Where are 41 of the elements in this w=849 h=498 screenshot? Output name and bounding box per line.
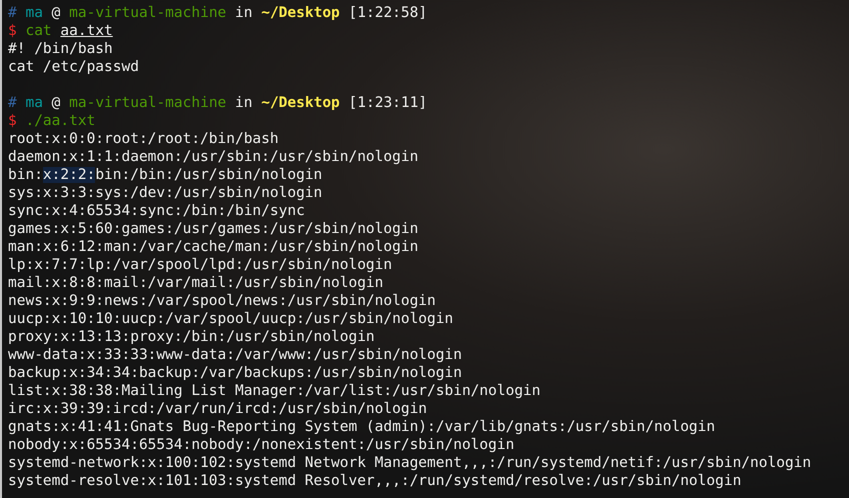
prompt-host: ma-virtual-machine [69, 5, 226, 21]
output-line: systemd-network:x:100:102:systemd Network Management,,,:/run/systemd/netif:/usr/sbin/nologin [8, 455, 812, 471]
output-line: games:x:5:60:games:/usr/games:/usr/sbin/nologin [8, 221, 418, 237]
output-line: uucp:x:10:10:uucp:/var/spool/uucp:/usr/sbin/nologin [8, 311, 454, 327]
output-line: mail:x:8:8:mail:/var/mail:/usr/sbin/nologin [8, 275, 384, 291]
prompt-text: @ [52, 95, 60, 111]
prompt-text: @ [52, 5, 60, 21]
output-line: #! /bin/bash [8, 41, 113, 57]
prompt-user: ma [25, 5, 43, 21]
output-line: gnats:x:41:41:Gnats Bug-Reporting System (admin):/var/lib/gnats:/usr/sbin/nologin [8, 419, 716, 435]
output-line: nobody:x:65534:65534:nobody:/nonexistent:/usr/sbin/nologin [8, 437, 514, 453]
prompt-sigil: $ [8, 23, 17, 39]
output-line: irc:x:39:39:ircd:/var/run/ircd:/usr/sbin/nologin [8, 401, 428, 417]
output-line: backup:x:34:34:backup:/var/backups:/usr/sbin/nologin [8, 365, 462, 381]
output-line: sys:x:3:3:sys:/dev:/usr/sbin/nologin [8, 185, 322, 201]
output-line: man:x:6:12:man:/var/cache/man:/usr/sbin/nologin [8, 239, 418, 255]
prompt-path: ~/Desktop [261, 95, 340, 111]
output-line: www-data:x:33:33:www-data:/var/www:/usr/sbin/nologin [8, 347, 462, 363]
prompt-hash: # [8, 5, 17, 21]
output-line: root:x:0:0:root:/root:/bin/bash [8, 131, 279, 147]
output-line: proxy:x:13:13:proxy:/bin:/usr/sbin/nologin [8, 329, 375, 345]
prompt-hash: # [8, 95, 17, 111]
prompt-text: [1:23:11] [348, 95, 428, 111]
output-line: daemon:x:1:1:daemon:/usr/sbin:/usr/sbin/nologin [8, 149, 418, 165]
prompt-text: [1:22:58] [348, 5, 428, 21]
output-line: lp:x:7:7:lp:/var/spool/lpd:/usr/sbin/nologin [8, 257, 392, 273]
output-line: systemd-resolve:x:101:103:systemd Resolver,,,:/run/systemd/resolve:/usr/sbin/nologin [8, 473, 742, 489]
command-text: cat [25, 23, 52, 39]
prompt-text: in [235, 95, 252, 111]
output-line: sync:x:4:65534:sync:/bin:/bin/sync [8, 203, 305, 219]
prompt-user: ma [25, 95, 43, 111]
prompt-host: ma-virtual-machine [69, 95, 226, 111]
output-line: cat /etc/passwd [8, 59, 139, 75]
output-line: list:x:38:38:Mailing List Manager:/var/list:/usr/sbin/nologin [8, 383, 541, 399]
prompt-text: in [235, 5, 252, 21]
command-argument: aa.txt [60, 23, 113, 39]
output-line: bin:x:2:2:bin:/bin:/usr/sbin/nologin [8, 167, 322, 183]
output-line: news:x:9:9:news:/var/spool/news:/usr/sbin/nologin [8, 293, 436, 309]
command-text: ./aa.txt [25, 113, 96, 129]
prompt-sigil: $ [8, 113, 17, 129]
prompt-path: ~/Desktop [261, 5, 340, 21]
